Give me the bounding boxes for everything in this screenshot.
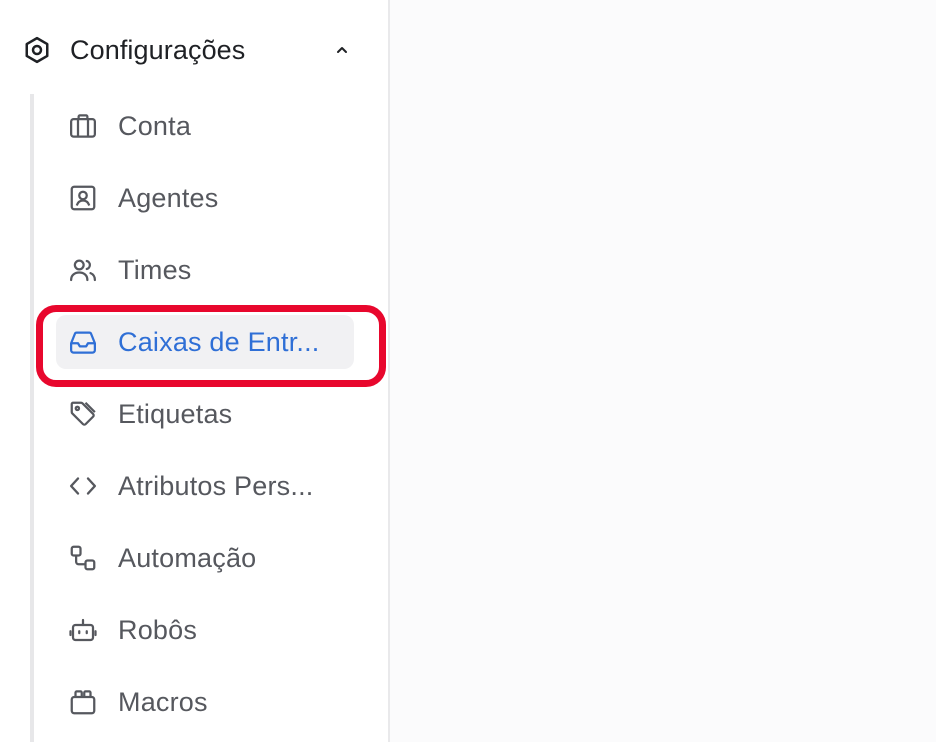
settings-group-toggle[interactable]: Configurações <box>20 26 364 74</box>
sidebar-item-label: Macros <box>118 686 208 717</box>
sidebar-item-automacao[interactable]: Automação <box>56 531 354 585</box>
tag-icon <box>66 397 100 431</box>
sidebar-item-atributos-personalizados[interactable]: Atributos Pers... <box>56 459 354 513</box>
sidebar-item-agentes[interactable]: Agentes <box>56 171 354 225</box>
briefcase-icon <box>66 109 100 143</box>
users-icon <box>66 253 100 287</box>
main-content-area <box>390 0 936 742</box>
bot-icon <box>66 613 100 647</box>
sidebar-item-label: Conta <box>118 110 192 141</box>
sidebar-item-label: Automação <box>118 542 257 573</box>
automation-flow-icon <box>66 541 100 575</box>
highlight-annotation <box>36 305 386 387</box>
sidebar-item-times[interactable]: Times <box>56 243 354 297</box>
chevron-up-icon[interactable] <box>330 38 354 62</box>
sidebar-item-label: Robôs <box>118 614 198 645</box>
settings-group-title: Configurações <box>70 34 246 65</box>
sidebar-item-label: Etiquetas <box>118 398 233 429</box>
sidebar-item-label: Times <box>118 254 192 285</box>
sidebar-item-etiquetas[interactable]: Etiquetas <box>56 387 354 441</box>
sidebar-item-label: Agentes <box>118 182 219 213</box>
sidebar-item-robos[interactable]: Robôs <box>56 603 354 657</box>
settings-hexagon-icon <box>20 33 54 67</box>
macros-icon <box>66 685 100 719</box>
sidebar-item-label: Atributos Pers... <box>118 470 314 501</box>
code-icon <box>66 469 100 503</box>
user-portrait-icon <box>66 181 100 215</box>
sidebar-item-conta[interactable]: Conta <box>56 99 354 153</box>
tree-connector-line <box>30 94 34 742</box>
settings-sidebar: Configurações Conta Agentes Times Caixas… <box>0 0 390 742</box>
sidebar-item-macros[interactable]: Macros <box>56 675 354 729</box>
